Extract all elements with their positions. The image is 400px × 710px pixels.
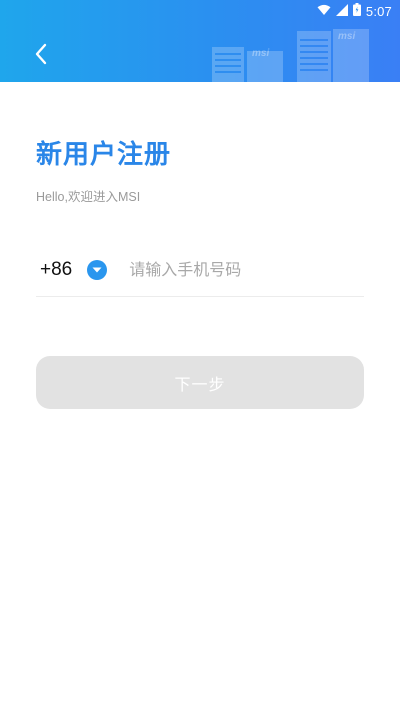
chevron-left-icon (35, 43, 47, 65)
country-code-label: +86 (40, 258, 73, 280)
header: msi msi 5:07 (0, 0, 400, 82)
chevron-down-icon[interactable] (87, 259, 108, 280)
header-logo-text-2: msi (338, 31, 356, 42)
header-logo-text: msi (252, 48, 270, 59)
page-subtitle: Hello,欢迎进入MSI (36, 190, 141, 204)
buildings-illustration (212, 29, 369, 82)
next-step-button[interactable]: 下一步 (36, 356, 364, 409)
page-title: 新用户注册 (36, 140, 172, 170)
country-code-selector[interactable]: +86 (36, 258, 108, 281)
wifi-icon (317, 4, 331, 19)
status-time: 5:07 (365, 3, 392, 19)
phone-field-row: +86 (36, 243, 364, 297)
phone-number-input[interactable] (129, 254, 350, 285)
signal-icon (335, 3, 348, 19)
battery-icon (352, 3, 361, 19)
register-screen: msi msi 5:07 新用户注册 Hello,欢迎进入MSI +86 请输入… (0, 0, 400, 710)
status-bar: 5:07 (317, 0, 392, 22)
back-button[interactable] (28, 40, 54, 68)
